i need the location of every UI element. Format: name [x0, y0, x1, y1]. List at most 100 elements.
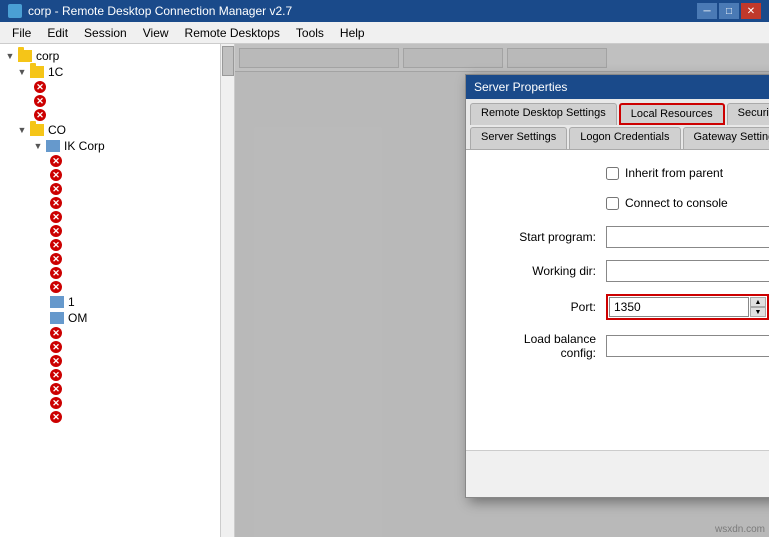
title-bar: corp - Remote Desktop Connection Manager… [0, 0, 769, 22]
server-icon [50, 312, 64, 324]
tree-label-co: CO [48, 123, 66, 137]
expand-icon[interactable]: ▼ [16, 124, 28, 136]
window-controls[interactable]: ─ □ ✕ [697, 3, 761, 19]
port-container: ▲ ▼ [606, 294, 769, 320]
tab-logon-credentials[interactable]: Logon Credentials [569, 127, 680, 149]
spinner-up-button[interactable]: ▲ [750, 297, 766, 307]
tree-label-1: 1 [68, 295, 75, 309]
error-badge: ✕ [50, 183, 62, 195]
connect-to-console-label: Connect to console [625, 196, 728, 210]
menu-remote-desktops[interactable]: Remote Desktops [177, 24, 288, 42]
list-item[interactable]: ✕ [0, 396, 220, 410]
tree-content: ▼ corp ▼ 1C ✕ ✕ ✕ [0, 44, 220, 428]
tab-gateway-settings[interactable]: Gateway Settings [683, 127, 769, 149]
tree-node-ikcorp[interactable]: ▼ IK Corp [0, 138, 220, 154]
minimize-button[interactable]: ─ [697, 3, 717, 19]
error-badge: ✕ [50, 155, 62, 167]
list-item[interactable]: ✕ [0, 382, 220, 396]
tab-remote-desktop-settings[interactable]: Remote Desktop Settings [470, 103, 617, 125]
list-item[interactable]: ✕ [0, 238, 220, 252]
list-item[interactable]: ✕ [0, 252, 220, 266]
tree-panel: ▼ corp ▼ 1C ✕ ✕ ✕ [0, 44, 235, 537]
tab-security-settings[interactable]: Security Settings [727, 103, 769, 125]
load-balance-config-row: Load balance config: [486, 332, 769, 360]
tab-row-1: Remote Desktop Settings Local Resources … [470, 103, 769, 125]
dialog-content: Inherit from parent Connect to console S… [466, 150, 769, 450]
error-badge: ✕ [34, 81, 46, 93]
list-item[interactable]: ✕ [0, 280, 220, 294]
connect-to-console-row: Connect to console [486, 196, 769, 210]
menu-view[interactable]: View [135, 24, 177, 42]
working-dir-label: Working dir: [486, 264, 606, 278]
dialog-title-bar: Server Properties ✕ [466, 75, 769, 99]
tree-node-om[interactable]: OM [0, 310, 220, 326]
tab-row-2: Server Settings Logon Credentials Gatewa… [470, 127, 769, 149]
list-item[interactable]: ✕ [0, 182, 220, 196]
list-item[interactable]: ✕ [0, 80, 220, 94]
folder-icon [30, 124, 44, 136]
maximize-button[interactable]: □ [719, 3, 739, 19]
tree-node-1[interactable]: 1 [0, 294, 220, 310]
menu-tools[interactable]: Tools [288, 24, 332, 42]
list-item[interactable]: ✕ [0, 266, 220, 280]
list-item[interactable]: ✕ [0, 94, 220, 108]
list-item[interactable]: ✕ [0, 168, 220, 182]
modal-overlay: Server Properties ✕ Remote Desktop Setti… [235, 44, 769, 537]
dialog-footer: OK Cancel [466, 450, 769, 497]
expand-icon[interactable]: ▼ [4, 50, 16, 62]
inherit-from-parent-checkbox[interactable] [606, 167, 619, 180]
main-area: ▼ corp ▼ 1C ✕ ✕ ✕ [0, 44, 769, 537]
error-badge: ✕ [50, 267, 62, 279]
error-badge: ✕ [50, 211, 62, 223]
list-item[interactable]: ✕ [0, 340, 220, 354]
scrollbar-thumb[interactable] [222, 46, 234, 76]
tab-server-settings[interactable]: Server Settings [470, 127, 567, 149]
tree-node-1c[interactable]: ▼ 1C [0, 64, 220, 80]
menu-session[interactable]: Session [76, 24, 135, 42]
list-item[interactable]: ✕ [0, 196, 220, 210]
list-item[interactable]: ✕ [0, 326, 220, 340]
list-item[interactable]: ✕ [0, 224, 220, 238]
list-item[interactable]: ✕ [0, 154, 220, 168]
start-program-input[interactable] [606, 226, 769, 248]
tree-scrollbar[interactable] [220, 44, 234, 537]
spinner-down-button[interactable]: ▼ [750, 307, 766, 317]
error-badge: ✕ [50, 369, 62, 381]
close-button[interactable]: ✕ [741, 3, 761, 19]
port-input[interactable] [609, 297, 749, 317]
list-item[interactable]: ✕ [0, 410, 220, 424]
list-item[interactable]: ✕ [0, 354, 220, 368]
port-label: Port: [486, 300, 606, 314]
list-item[interactable]: ✕ [0, 108, 220, 122]
inherit-from-parent-row: Inherit from parent [486, 166, 769, 180]
menu-edit[interactable]: Edit [39, 24, 76, 42]
dialog-title: Server Properties [474, 80, 769, 94]
menu-file[interactable]: File [4, 24, 39, 42]
tab-local-resources[interactable]: Local Resources [619, 103, 725, 125]
tree-label-corp: corp [36, 49, 59, 63]
folder-icon [18, 50, 32, 62]
tree-node-corp[interactable]: ▼ corp [0, 48, 220, 64]
tree-node-co[interactable]: ▼ CO [0, 122, 220, 138]
server-icon [50, 296, 64, 308]
expand-icon[interactable]: ▼ [16, 66, 28, 78]
inherit-from-parent-label: Inherit from parent [625, 166, 723, 180]
menu-help[interactable]: Help [332, 24, 373, 42]
expand-icon[interactable]: ▼ [32, 140, 44, 152]
error-badge: ✕ [50, 383, 62, 395]
list-item[interactable]: ✕ [0, 210, 220, 224]
error-badge: ✕ [50, 411, 62, 423]
load-balance-config-input[interactable] [606, 335, 769, 357]
window-title: corp - Remote Desktop Connection Manager… [28, 4, 697, 18]
server-icon [46, 140, 60, 152]
start-program-row: Start program: [486, 226, 769, 248]
menu-bar: File Edit Session View Remote Desktops T… [0, 22, 769, 44]
list-item[interactable]: ✕ [0, 368, 220, 382]
error-badge: ✕ [50, 253, 62, 265]
port-spinner: ▲ ▼ [750, 297, 766, 317]
working-dir-input[interactable] [606, 260, 769, 282]
connect-to-console-checkbox[interactable] [606, 197, 619, 210]
load-balance-config-label: Load balance config: [486, 332, 606, 360]
start-program-label: Start program: [486, 230, 606, 244]
tab-bar: Remote Desktop Settings Local Resources … [466, 99, 769, 150]
